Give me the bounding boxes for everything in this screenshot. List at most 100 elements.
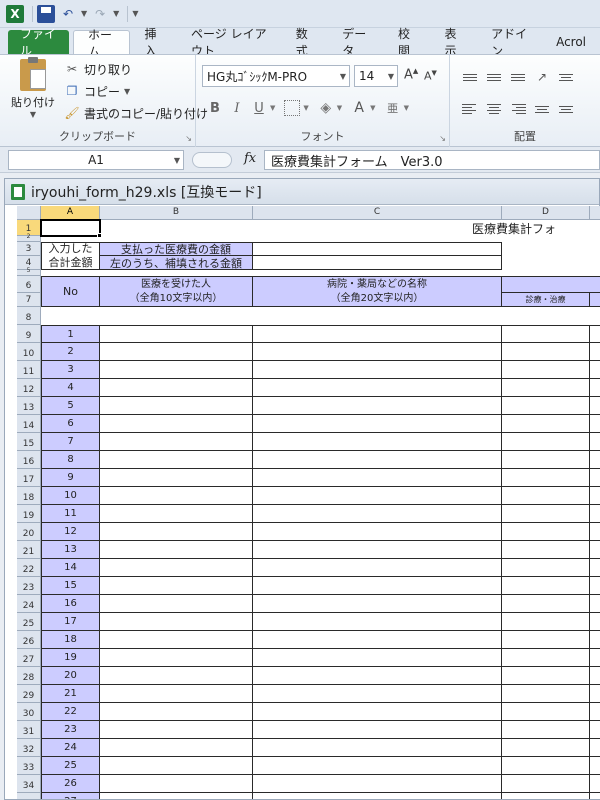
extra-cell[interactable]: [590, 631, 600, 649]
row-header-3[interactable]: 3: [17, 242, 41, 256]
treatment-cell[interactable]: [502, 559, 590, 577]
formula-input[interactable]: 医療費集計フォーム Ver3.0: [264, 150, 600, 170]
chevron-down-icon[interactable]: ▼: [337, 104, 342, 112]
extra-cell[interactable]: [590, 379, 600, 397]
row-header-24[interactable]: 24: [17, 595, 41, 613]
hospital-name-cell[interactable]: [253, 361, 502, 379]
extra-cell[interactable]: [590, 433, 600, 451]
tab-file[interactable]: ファイル: [8, 27, 70, 58]
tab-data[interactable]: データ: [328, 27, 384, 58]
patient-name-cell[interactable]: [100, 523, 253, 541]
patient-name-cell[interactable]: [100, 739, 253, 757]
treatment-cell[interactable]: [502, 667, 590, 685]
align-bottom-button[interactable]: [506, 67, 530, 87]
patient-name-cell[interactable]: [100, 379, 253, 397]
extra-cell[interactable]: [590, 415, 600, 433]
row-header-16[interactable]: 16: [17, 451, 41, 469]
formula-controls[interactable]: [192, 152, 232, 168]
name-box[interactable]: A1 ▼: [8, 150, 184, 170]
row-header-11[interactable]: 11: [17, 361, 41, 379]
patient-name-cell[interactable]: [100, 469, 253, 487]
treatment-cell[interactable]: [502, 703, 590, 721]
row-header-25[interactable]: 25: [17, 613, 41, 631]
hospital-name-cell[interactable]: [253, 379, 502, 397]
cut-button[interactable]: ✂ 切り取り: [64, 59, 132, 79]
row-header-8[interactable]: 8: [17, 307, 41, 325]
patient-name-cell[interactable]: [100, 775, 253, 793]
undo-dropdown-icon[interactable]: ▼: [81, 9, 87, 18]
treatment-cell[interactable]: [502, 523, 590, 541]
grow-font-icon[interactable]: A▲: [404, 67, 418, 82]
tab-home[interactable]: ホーム: [73, 28, 131, 59]
hospital-name-cell[interactable]: [253, 721, 502, 739]
extra-cell[interactable]: [590, 667, 600, 685]
extra-cell[interactable]: [590, 775, 600, 793]
patient-name-cell[interactable]: [100, 667, 253, 685]
hospital-name-cell[interactable]: [253, 685, 502, 703]
row-header-14[interactable]: 14: [17, 415, 41, 433]
patient-name-cell[interactable]: [100, 757, 253, 775]
tab-review[interactable]: 校閲: [384, 27, 431, 58]
hospital-name-cell[interactable]: [253, 703, 502, 721]
extra-cell[interactable]: [590, 541, 600, 559]
align-middle-button[interactable]: [482, 67, 506, 87]
extra-cell[interactable]: [590, 721, 600, 739]
tab-view[interactable]: 表示: [431, 27, 478, 58]
hospital-name-cell[interactable]: [253, 667, 502, 685]
align-center-button[interactable]: [482, 99, 506, 119]
row-header-13[interactable]: 13: [17, 397, 41, 415]
hospital-name-cell[interactable]: [253, 505, 502, 523]
treatment-cell[interactable]: [502, 361, 590, 379]
extra-cell[interactable]: [590, 325, 600, 343]
hospital-name-cell[interactable]: [253, 415, 502, 433]
patient-name-cell[interactable]: [100, 415, 253, 433]
format-painter-button[interactable]: 🖌 書式のコピー/貼り付け: [64, 103, 208, 123]
fill-handle[interactable]: [97, 233, 102, 238]
row-header-6[interactable]: 6: [17, 276, 41, 293]
treatment-cell[interactable]: [502, 649, 590, 667]
hospital-name-cell[interactable]: [253, 469, 502, 487]
row-header-26[interactable]: 26: [17, 631, 41, 649]
treatment-cell[interactable]: [502, 325, 590, 343]
insert-function-icon[interactable]: fx: [244, 151, 256, 166]
dialog-launcher-icon[interactable]: ↘: [439, 134, 446, 143]
hospital-name-cell[interactable]: [253, 649, 502, 667]
bold-button[interactable]: B: [204, 98, 226, 118]
row-header-34[interactable]: 34: [17, 775, 41, 793]
row-header-30[interactable]: 30: [17, 703, 41, 721]
align-left-button[interactable]: [458, 99, 482, 119]
hospital-name-cell[interactable]: [253, 487, 502, 505]
hospital-name-cell[interactable]: [253, 523, 502, 541]
column-header-a[interactable]: A: [41, 206, 100, 220]
row-header-9[interactable]: 9: [17, 325, 41, 343]
patient-name-cell[interactable]: [100, 433, 253, 451]
row-header-7[interactable]: 7: [17, 293, 41, 307]
patient-name-cell[interactable]: [100, 703, 253, 721]
treatment-cell[interactable]: [502, 685, 590, 703]
patient-name-cell[interactable]: [100, 343, 253, 361]
row-header-28[interactable]: 28: [17, 667, 41, 685]
spreadsheet-grid[interactable]: A B C D 1 2 3 4 5 6 7 8 9 10 11 12 13 14 15 16 17 18 19 20 21 22 2…: [17, 206, 600, 799]
extra-cell[interactable]: [590, 613, 600, 631]
treatment-cell[interactable]: [502, 505, 590, 523]
patient-name-cell[interactable]: [100, 631, 253, 649]
extra-cell[interactable]: [590, 559, 600, 577]
copy-button[interactable]: ❐ コピー ▼: [64, 81, 131, 101]
increase-indent-button[interactable]: [554, 99, 578, 119]
hospital-name-cell[interactable]: [253, 613, 502, 631]
hospital-name-cell[interactable]: [253, 757, 502, 775]
column-header-extra[interactable]: [590, 206, 600, 220]
extra-cell[interactable]: [590, 487, 600, 505]
patient-name-cell[interactable]: [100, 397, 253, 415]
extra-cell[interactable]: [590, 451, 600, 469]
chevron-down-icon[interactable]: ▼: [303, 104, 308, 112]
treatment-cell[interactable]: [502, 415, 590, 433]
treatment-cell[interactable]: [502, 613, 590, 631]
hospital-name-cell[interactable]: [253, 325, 502, 343]
row-header-12[interactable]: 12: [17, 379, 41, 397]
chevron-down-icon[interactable]: ▼: [370, 104, 375, 112]
treatment-cell[interactable]: [502, 793, 590, 799]
patient-name-cell[interactable]: [100, 361, 253, 379]
chevron-down-icon[interactable]: ▼: [270, 104, 275, 112]
row-header-15[interactable]: 15: [17, 433, 41, 451]
